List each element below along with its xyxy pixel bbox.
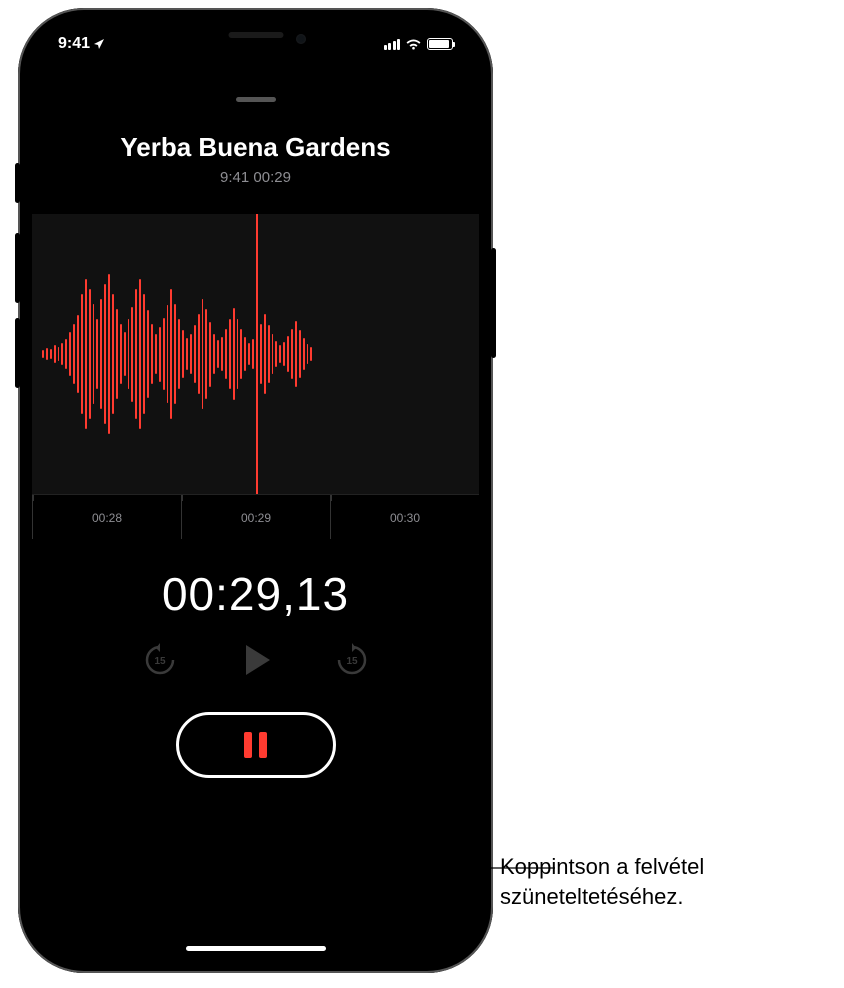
wifi-icon bbox=[405, 38, 422, 51]
callout-text: Koppintson a felvétel szüneteltetéséhez. bbox=[500, 852, 830, 911]
notch bbox=[151, 22, 361, 55]
callout-line bbox=[0, 0, 844, 988]
cellular-signal-icon bbox=[384, 39, 401, 50]
location-arrow-icon bbox=[93, 38, 105, 50]
status-time: 9:41 bbox=[58, 35, 90, 53]
battery-icon bbox=[427, 38, 453, 50]
speaker-grille bbox=[228, 32, 283, 38]
front-camera bbox=[296, 34, 306, 44]
